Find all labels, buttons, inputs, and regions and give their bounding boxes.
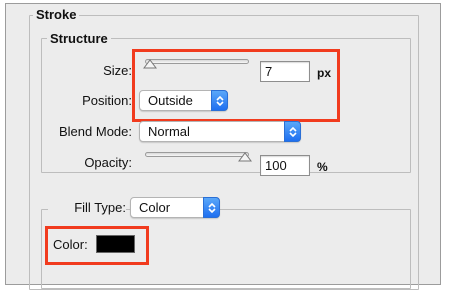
fill-type-label: Fill Type: [48,200,126,216]
blend-mode-label: Blend Mode: [59,124,132,139]
blend-mode-select[interactable]: Normal [139,121,301,142]
size-label: Size: [103,63,132,78]
blend-mode-select-value: Normal [148,124,190,139]
stroke-group-title: Stroke [33,7,80,22]
structure-group-title: Structure [47,31,111,46]
position-label: Position: [82,93,132,108]
fill-type-select[interactable]: Color [130,197,220,218]
opacity-slider[interactable] [145,152,249,157]
opacity-slider-knob[interactable] [238,151,252,163]
size-position-highlight [132,49,340,122]
opacity-label: Opacity: [84,155,132,170]
select-arrows-icon [203,197,220,218]
select-arrows-icon [284,121,301,142]
opacity-unit: % [317,160,328,174]
color-highlight [45,226,149,265]
layer-style-panel: Stroke Structure Size: 7 px Position: Ou… [5,3,441,290]
opacity-input[interactable]: 100 [260,155,310,176]
fill-type-select-value: Color [139,200,171,215]
